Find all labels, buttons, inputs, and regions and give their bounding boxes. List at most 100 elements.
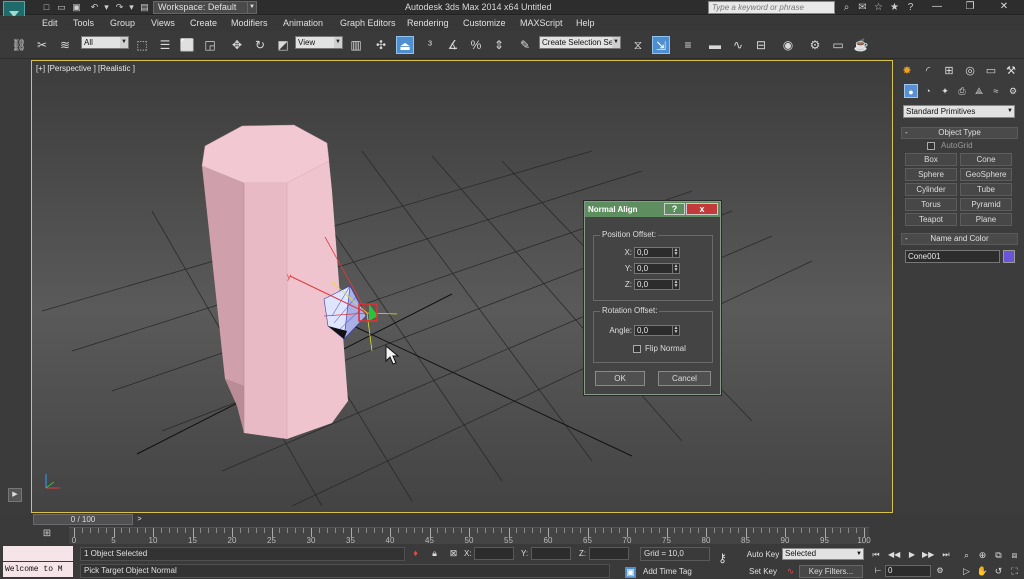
keyboard-shortcut-override-icon[interactable]: ⏏ bbox=[396, 36, 414, 54]
curve-editor-icon[interactable]: ∿ bbox=[729, 36, 747, 54]
mirror-icon[interactable]: ⧖ bbox=[629, 36, 647, 54]
set-key-icon[interactable]: ⚷ bbox=[717, 552, 728, 564]
lights-icon[interactable]: ✦ bbox=[938, 84, 952, 98]
x-offset-spinner[interactable]: 0,0 ▲ ▼ bbox=[634, 247, 680, 258]
primitive-category-select[interactable]: Standard Primitives ▼ bbox=[903, 105, 1015, 118]
go-to-end-icon[interactable]: ⏭ bbox=[940, 549, 952, 560]
utilities-tab-icon[interactable]: ⚒ bbox=[1002, 62, 1020, 80]
go-to-start-icon[interactable]: ⏮ bbox=[870, 549, 882, 560]
systems-icon[interactable]: ⚙ bbox=[1006, 84, 1020, 98]
undo-dropdown-icon[interactable]: ▾ bbox=[101, 2, 112, 13]
add-time-tag[interactable]: Add Time Tag bbox=[640, 565, 710, 578]
unlink-icon[interactable]: ✂ bbox=[33, 36, 51, 54]
manipulate-icon[interactable]: ✣ bbox=[372, 36, 390, 54]
time-tag-icon[interactable]: ▣ bbox=[625, 567, 636, 578]
maxscript-listener-output[interactable]: Welcome to M bbox=[3, 562, 73, 577]
cone-button[interactable]: Cone bbox=[960, 153, 1012, 166]
object-name-field[interactable]: Cone001 bbox=[905, 250, 1000, 263]
perspective-viewport[interactable]: [+] [Perspective ] [Realistic ] y bbox=[31, 60, 893, 513]
z-coordinate-field[interactable] bbox=[589, 547, 629, 560]
select-object-icon[interactable]: ⬚ bbox=[133, 36, 151, 54]
create-tab-icon[interactable]: ✸ bbox=[898, 62, 916, 80]
menu-create[interactable]: Create bbox=[190, 18, 217, 28]
geosphere-button[interactable]: GeoSphere bbox=[960, 168, 1012, 181]
menu-views[interactable]: Views bbox=[151, 18, 175, 28]
undo-icon[interactable]: ↶ bbox=[89, 2, 100, 13]
subscription-icon[interactable]: ✉ bbox=[856, 1, 869, 14]
reference-coordinate-select[interactable]: View ▼ bbox=[295, 36, 343, 49]
pan-icon[interactable]: ✋ bbox=[976, 565, 989, 577]
sphere-button[interactable]: Sphere bbox=[905, 168, 957, 181]
zoom-extents-all-icon[interactable]: ⧈ bbox=[1008, 549, 1021, 561]
shapes-icon[interactable]: ◔ bbox=[921, 84, 935, 98]
restore-button[interactable]: ❐ bbox=[958, 0, 982, 14]
menu-help[interactable]: Help bbox=[576, 18, 595, 28]
menu-rendering[interactable]: Rendering bbox=[407, 18, 449, 28]
help-icon[interactable]: ? bbox=[904, 1, 917, 14]
save-file-icon[interactable]: ▣ bbox=[71, 2, 82, 13]
help-search-input[interactable]: Type a keyword or phrase bbox=[708, 1, 835, 14]
align-icon[interactable]: ⇲ bbox=[652, 36, 670, 54]
maxscript-listener-input[interactable] bbox=[3, 546, 73, 561]
spinner-arrows-icon[interactable]: ▲ ▼ bbox=[672, 248, 679, 257]
project-folder-icon[interactable]: ▤ bbox=[139, 2, 150, 13]
menu-animation[interactable]: Animation bbox=[283, 18, 323, 28]
binoculars-icon[interactable]: ⌕ bbox=[840, 1, 853, 14]
space-warps-icon[interactable]: ≈ bbox=[989, 84, 1003, 98]
menu-maxscript[interactable]: MAXScript bbox=[520, 18, 563, 28]
tube-button[interactable]: Tube bbox=[960, 183, 1012, 196]
menu-edit[interactable]: Edit bbox=[42, 18, 58, 28]
plane-button[interactable]: Plane bbox=[960, 213, 1012, 226]
autogrid-checkbox[interactable] bbox=[927, 142, 935, 150]
object-type-rollout[interactable]: - Object Type bbox=[901, 127, 1018, 139]
select-by-name-icon[interactable]: ☰ bbox=[156, 36, 174, 54]
redo-icon[interactable]: ↷ bbox=[114, 2, 125, 13]
snaps-toggle-icon[interactable]: ³ bbox=[421, 36, 439, 54]
cylinder-button[interactable]: Cylinder bbox=[905, 183, 957, 196]
rotate-icon[interactable]: ↻ bbox=[251, 36, 269, 54]
layer-manager-icon[interactable]: ≡ bbox=[679, 36, 697, 54]
menu-modifiers[interactable]: Modifiers bbox=[231, 18, 268, 28]
spinner-snap-icon[interactable]: ⇕ bbox=[490, 36, 508, 54]
cancel-button[interactable]: Cancel bbox=[658, 371, 711, 386]
edit-named-selection-icon[interactable]: ✎ bbox=[516, 36, 534, 54]
torus-button[interactable]: Torus bbox=[905, 198, 957, 211]
communication-icon[interactable]: ☆ bbox=[872, 1, 885, 14]
new-file-icon[interactable]: □ bbox=[41, 2, 52, 13]
rectangle-selection-icon[interactable]: ⬜ bbox=[178, 36, 196, 54]
spinner-arrows-icon[interactable]: ▲ ▼ bbox=[672, 280, 679, 289]
move-icon[interactable]: ✥ bbox=[228, 36, 246, 54]
percent-snap-icon[interactable]: % bbox=[467, 36, 485, 54]
menu-group[interactable]: Group bbox=[110, 18, 135, 28]
motion-tab-icon[interactable]: ◎ bbox=[961, 62, 979, 80]
cameras-icon[interactable]: ⎙ bbox=[955, 84, 969, 98]
auto-key-button[interactable]: Auto Key bbox=[746, 548, 780, 561]
current-frame-field[interactable]: 0 bbox=[885, 565, 931, 577]
dialog-close-button[interactable]: x bbox=[686, 203, 718, 215]
bind-space-warp-icon[interactable]: ≋ bbox=[56, 36, 74, 54]
next-frame-arrow-icon[interactable]: > bbox=[134, 514, 145, 525]
material-editor-icon[interactable]: ◉ bbox=[779, 36, 797, 54]
workspace-select[interactable]: Workspace: Default ▼ bbox=[153, 1, 257, 14]
favorites-icon[interactable]: ★ bbox=[888, 1, 901, 14]
zoom-icon[interactable]: ⌕ bbox=[960, 549, 973, 561]
field-of-view-icon[interactable]: ▷ bbox=[960, 565, 973, 577]
object-color-swatch[interactable] bbox=[1003, 250, 1015, 263]
open-file-icon[interactable]: ▭ bbox=[56, 2, 67, 13]
pyramid-button[interactable]: Pyramid bbox=[960, 198, 1012, 211]
key-curve-icon[interactable]: ∿ bbox=[785, 566, 796, 577]
play-icon[interactable]: ▶ bbox=[906, 549, 918, 560]
angle-snap-icon[interactable]: ∡ bbox=[444, 36, 462, 54]
graphite-ribbon-icon[interactable]: ▬ bbox=[706, 36, 724, 54]
rendered-frame-icon[interactable]: ▭ bbox=[829, 36, 847, 54]
previous-frame-icon[interactable]: ◀◀ bbox=[888, 549, 900, 560]
angle-spinner[interactable]: 0,0 ▲ ▼ bbox=[634, 325, 680, 336]
isolate-selection-icon[interactable]: ♦ bbox=[410, 548, 421, 559]
render-production-icon[interactable]: ☕ bbox=[852, 36, 870, 54]
track-bar-icon[interactable]: ⊞ bbox=[40, 528, 54, 540]
minimize-button[interactable]: — bbox=[925, 0, 949, 14]
dialog-title-bar[interactable]: Normal Align ? x bbox=[585, 202, 720, 217]
spinner-arrows-icon[interactable]: ▲ ▼ bbox=[672, 264, 679, 273]
next-frame-icon[interactable]: ▶▶ bbox=[922, 549, 934, 560]
menu-customize[interactable]: Customize bbox=[463, 18, 506, 28]
